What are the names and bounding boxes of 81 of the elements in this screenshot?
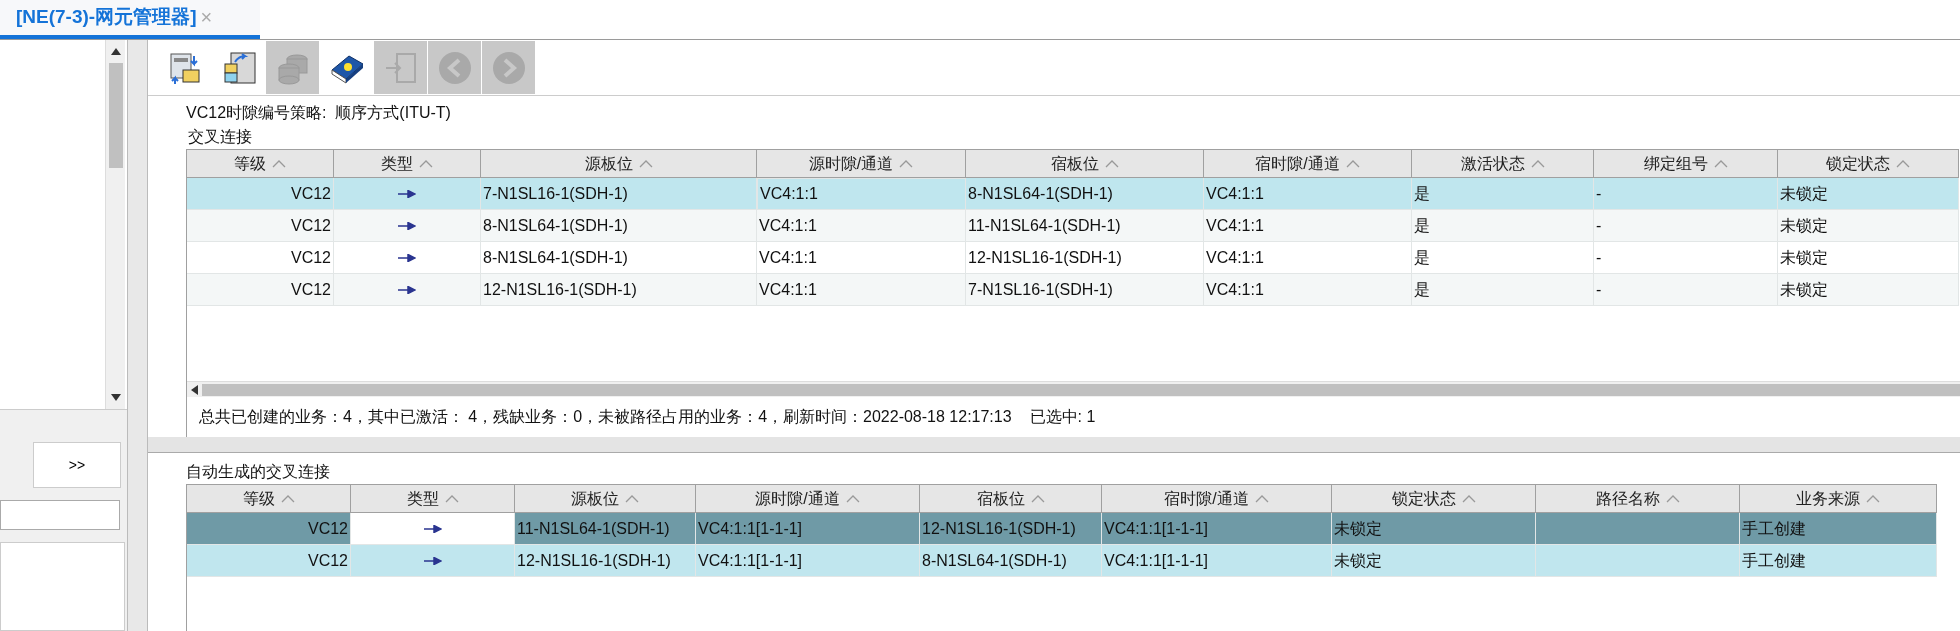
table-cell: 是 [1412,274,1594,306]
sort-caret-icon [272,159,286,168]
table-row[interactable]: VC12 7-N1SL16-1(SDH-1) VC4:1:1 8-N1SL64-1(SDH-1) VC4:1:1 是 - 未锁定 [187,178,1959,210]
table-cell: 未锁定 [1332,545,1536,577]
summary-text: 总共已创建的业务：4，其中已激活： 4，残缺业务：0，未被路径占用的业务：4，刷新时间：2022-08-18 12:17:13 [199,407,1012,427]
vertical-scrollbar[interactable] [105,40,125,409]
sort-caret-icon [280,494,295,503]
table-cell: 8-N1SL64-1(SDH-1) [920,545,1102,577]
table-row[interactable]: VC12 8-N1SL64-1(SDH-1) VC4:1:1 12-N1SL16-1(SDH-1) VC4:1:1 是 - 未锁定 [187,242,1959,274]
table-row[interactable]: VC12 12-N1SL16-1(SDH-1) VC4:1:1[1-1-1] 8-N1SL64-1(SDH-1) VC4:1:1[1-1-1] 未锁定 手工创建 [187,545,1937,577]
column-header[interactable]: 类型 [334,149,481,178]
table-cell: 手工创建 [1740,545,1937,577]
column-header[interactable]: 锁定状态 [1778,149,1959,178]
scroll-left-icon[interactable] [191,384,198,395]
sort-caret-icon [625,494,639,503]
arrow-icon [398,285,416,294]
sort-caret-icon [444,494,459,503]
table-row[interactable]: VC12 8-N1SL64-1(SDH-1) VC4:1:1 11-N1SL64-1(SDH-1) VC4:1:1 是 - 未锁定 [187,210,1959,242]
table-cell: VC4:1:1 [1204,274,1412,306]
sort-caret-icon [1866,494,1880,503]
section-title: 交叉连接 [188,127,253,147]
splitter-bar[interactable] [128,40,148,631]
table-cell: 7-N1SL16-1(SDH-1) [966,274,1204,306]
arrow-icon [423,524,442,533]
column-header[interactable]: 宿时隙/通道 [1102,484,1332,513]
selected-count: 已选中: 1 [1029,407,1096,427]
arrow-icon [398,189,416,198]
column-header[interactable]: 宿板位 [966,149,1204,178]
table-cell: VC4:1:1[1-1-1] [696,545,920,577]
column-header[interactable]: 源板位 [481,149,757,178]
column-header[interactable]: 等级 [187,484,351,513]
column-header[interactable]: 宿板位 [920,484,1102,513]
scroll-up-icon[interactable] [110,48,121,55]
strategy-label: VC12时隙编号策略: 顺序方式(ITU-T) [186,103,452,123]
table-cell: VC4:1:1 [757,274,966,306]
sort-caret-icon [638,159,653,168]
table-cell: 12-N1SL16-1(SDH-1) [515,545,696,577]
column-header[interactable]: 宿时隙/通道 [1204,149,1412,178]
sort-caret-icon [1345,159,1360,168]
splitter-bar[interactable] [148,437,1960,453]
sort-caret-icon [1665,494,1680,503]
sort-caret-icon [1461,494,1476,503]
table-cell: 12-N1SL16-1(SDH-1) [481,274,757,306]
table-row[interactable]: VC12 12-N1SL16-1(SDH-1) VC4:1:1 7-N1SL16-1(SDH-1) VC4:1:1 是 - 未锁定 [187,274,1959,306]
sort-caret-icon [419,159,433,168]
arrow-icon [398,221,416,230]
sort-caret-icon [1713,159,1728,168]
column-header[interactable]: 锁定状态 [1332,484,1536,513]
column-header[interactable]: 源板位 [515,484,696,513]
table-cell: VC12 [187,545,351,577]
table-cell: - [1594,274,1778,306]
column-header[interactable]: 路径名称 [1536,484,1740,513]
column-header[interactable]: 激活状态 [1412,149,1594,178]
scroll-down-icon[interactable] [110,394,121,401]
sort-caret-icon [899,159,914,168]
horizontal-scrollbar[interactable] [187,381,1960,397]
document-tab[interactable]: [NE(7-3)-网元管理器] × [0,0,260,39]
sort-caret-icon [1030,494,1045,503]
table-cell: VC4:1:1 [757,178,966,210]
table-cell: VC4:1:1[1-1-1] [1102,545,1332,577]
table-cell: VC12 [187,274,334,306]
sort-caret-icon [1104,159,1119,168]
column-header[interactable]: 源时隙/通道 [696,484,920,513]
sort-caret-icon [1896,159,1910,168]
table-cell: 未锁定 [1778,274,1959,306]
table-row[interactable]: VC12 11-N1SL64-1(SDH-1) VC4:1:1[1-1-1] 12-N1SL16-1(SDH-1) VC4:1:1[1-1-1] 未锁定 手工创建 [187,513,1937,545]
arrow-icon [398,253,416,262]
column-header[interactable]: 源时隙/通道 [757,149,966,178]
column-header[interactable]: 类型 [351,484,515,513]
sort-caret-icon [1254,494,1269,503]
input-field[interactable] [0,500,120,530]
scrollbar-thumb[interactable] [202,383,1960,396]
section-title: 自动生成的交叉连接 [186,463,330,480]
column-header[interactable]: 等级 [187,149,334,178]
column-header[interactable]: 业务来源 [1740,484,1937,513]
sort-caret-icon [1530,159,1545,168]
sort-caret-icon [845,494,860,503]
expand-button[interactable]: >> [33,442,121,488]
arrow-icon [423,556,442,565]
column-header[interactable]: 绑定组号 [1594,149,1778,178]
scrollbar-thumb[interactable] [108,63,123,168]
